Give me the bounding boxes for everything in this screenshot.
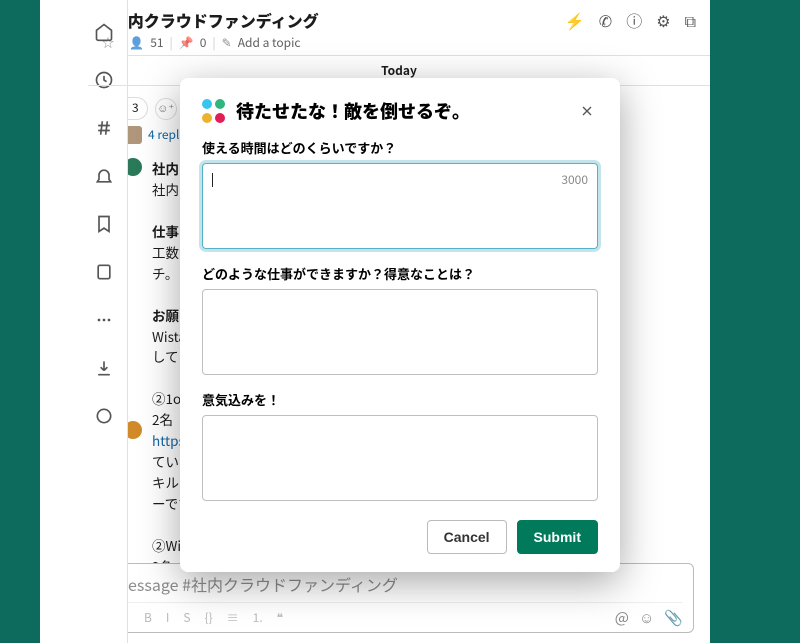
text-cursor <box>212 173 213 187</box>
field-label: 使える時間はどのくらいですか？ <box>202 138 598 157</box>
app-logo-icon <box>202 99 226 123</box>
skills-input[interactable] <box>202 289 598 375</box>
field-label: 意気込みを！ <box>202 390 598 409</box>
modal-overlay: 待たせたな！敵を倒せるぞ。 使える時間はどのくらいですか？ 3000 どのような… <box>0 0 800 643</box>
dialog-title: 待たせたな！敵を倒せるぞ。 <box>236 98 470 124</box>
motivation-input[interactable] <box>202 415 598 501</box>
dialog: 待たせたな！敵を倒せるぞ。 使える時間はどのくらいですか？ 3000 どのような… <box>180 78 620 572</box>
cancel-button[interactable]: Cancel <box>427 520 507 554</box>
field-label: どのような仕事ができますか？得意なことは？ <box>202 264 598 283</box>
time-available-input[interactable] <box>202 163 598 249</box>
close-button[interactable] <box>576 100 598 122</box>
submit-button[interactable]: Submit <box>517 520 598 554</box>
